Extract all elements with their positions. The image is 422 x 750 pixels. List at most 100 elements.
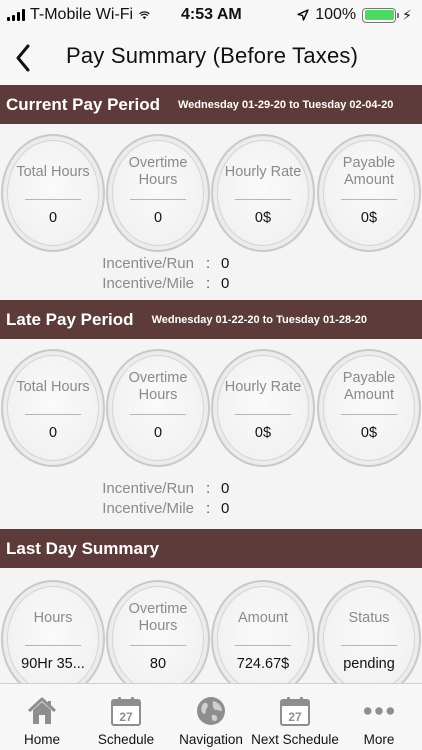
tab-home[interactable]: Home	[0, 684, 84, 750]
incentive-mile-value: 0	[221, 275, 230, 292]
late-period-stats: Total Hours 0 Overtime Hours 0 Hourly Ra…	[0, 349, 422, 467]
section-title: Current Pay Period	[6, 94, 160, 114]
page-title: Pay Summary (Before Taxes)	[66, 43, 359, 68]
back-button[interactable]	[8, 40, 38, 76]
overtime-hours-circle: Overtime Hours 0	[106, 134, 210, 252]
incentive-run-row: Incentive/Run : 0	[0, 480, 422, 500]
circle-label: Hourly Rate	[224, 378, 302, 395]
carrier-label: T-Mobile Wi-Fi	[30, 6, 134, 23]
nav-header: Pay Summary (Before Taxes)	[0, 30, 422, 86]
circle-value: 0$	[254, 210, 272, 226]
status-left: T-Mobile Wi-Fi	[0, 6, 150, 24]
tab-schedule[interactable]: 27 Schedule	[84, 684, 168, 750]
svg-text:27: 27	[288, 710, 302, 724]
colon: :	[206, 275, 211, 292]
signal-icon	[7, 9, 25, 21]
colon: :	[206, 255, 211, 272]
hourly-rate-circle: Hourly Rate 0$	[211, 349, 315, 467]
status-circle: Status pending	[317, 580, 421, 698]
incentive-run-value: 0	[221, 480, 230, 497]
circle-value: 0$	[360, 425, 378, 441]
circle-label: Payable Amount	[342, 370, 396, 403]
total-hours-circle: Total Hours 0	[1, 134, 105, 252]
chevron-left-icon	[16, 44, 30, 72]
tab-bar: Home 27 Schedule Navigation 27 Next Sche…	[0, 683, 422, 750]
status-right: 100% ⚡	[297, 6, 412, 24]
status-bar: T-Mobile Wi-Fi 4:53 AM 100% ⚡	[0, 0, 422, 30]
charging-bolt-icon: ⚡	[402, 6, 412, 23]
tab-label: Next Schedule	[251, 732, 339, 747]
tab-next-schedule[interactable]: 27 Next Schedule	[251, 684, 339, 750]
circle-value: 90Hr 35...	[21, 656, 85, 672]
colon: :	[206, 500, 211, 517]
home-icon	[26, 694, 58, 728]
divider	[235, 645, 291, 646]
incentive-run-value: 0	[221, 255, 230, 272]
tab-label: Home	[23, 732, 60, 747]
circle-value: 0$	[360, 210, 378, 226]
divider	[341, 199, 397, 200]
total-hours-circle: Total Hours 0	[1, 349, 105, 467]
section-dates: Wednesday 01-29-20 to Tuesday 02-04-20	[178, 98, 394, 111]
calendar-icon: 27	[110, 694, 142, 728]
overtime-hours-circle: Overtime Hours 80	[106, 580, 210, 698]
circle-label: Overtime Hours	[128, 370, 188, 403]
incentive-run-label: Incentive/Run	[102, 255, 194, 272]
tab-navigation[interactable]: Navigation	[169, 684, 253, 750]
divider	[25, 645, 81, 646]
divider	[235, 414, 291, 415]
circle-value: 0	[48, 210, 58, 226]
circle-label: Payable Amount	[342, 155, 396, 188]
payable-amount-circle: Payable Amount 0$	[317, 134, 421, 252]
circle-value: 0	[48, 425, 58, 441]
globe-icon	[195, 694, 227, 728]
circle-value: pending	[343, 656, 395, 672]
last-day-stats: Hours 90Hr 35... Overtime Hours 80 Amoun…	[0, 580, 422, 698]
incentive-mile-value: 0	[221, 500, 230, 517]
current-period-stats: Total Hours 0 Overtime Hours 0 Hourly Ra…	[0, 134, 422, 252]
circle-label: Hourly Rate	[224, 163, 302, 180]
colon: :	[206, 480, 211, 497]
circle-value: 0	[153, 210, 163, 226]
incentive-run-label: Incentive/Run	[102, 480, 194, 497]
circle-label: Status	[348, 609, 390, 626]
circle-value: 0	[153, 425, 163, 441]
battery-icon	[362, 7, 400, 23]
tab-label: Navigation	[179, 732, 243, 747]
hours-circle: Hours 90Hr 35...	[1, 580, 105, 698]
location-arrow-icon	[297, 9, 309, 21]
divider	[341, 414, 397, 415]
circle-value: 80	[149, 656, 167, 672]
incentive-run-row: Incentive/Run : 0	[0, 255, 422, 275]
circle-value: 0$	[254, 425, 272, 441]
divider	[25, 199, 81, 200]
more-dots-icon	[363, 694, 395, 728]
divider	[130, 645, 186, 646]
late-incentives: Incentive/Run : 0 Incentive/Mile : 0	[0, 480, 422, 520]
wifi-icon	[139, 10, 150, 19]
battery-percent: 100%	[315, 6, 357, 23]
circle-label: Overtime Hours	[128, 601, 188, 634]
circle-label: Hours	[33, 609, 73, 626]
divider	[130, 414, 186, 415]
overtime-hours-circle: Overtime Hours 0	[106, 349, 210, 467]
last-day-header: Last Day Summary	[0, 529, 422, 568]
incentive-mile-row: Incentive/Mile : 0	[0, 275, 422, 295]
tab-label: Schedule	[97, 732, 155, 747]
tab-more[interactable]: More	[337, 684, 421, 750]
payable-amount-circle: Payable Amount 0$	[317, 349, 421, 467]
incentive-mile-row: Incentive/Mile : 0	[0, 500, 422, 520]
divider	[341, 645, 397, 646]
incentive-mile-label: Incentive/Mile	[102, 275, 194, 292]
amount-circle: Amount 724.67$	[211, 580, 315, 698]
divider	[130, 199, 186, 200]
current-period-header: Current Pay Period Wednesday 01-29-20 to…	[0, 85, 422, 124]
section-title: Late Pay Period	[6, 309, 134, 329]
svg-text:27: 27	[119, 710, 133, 724]
circle-label: Overtime Hours	[128, 155, 188, 188]
section-dates: Wednesday 01-22-20 to Tuesday 01-28-20	[151, 313, 367, 326]
current-incentives: Incentive/Run : 0 Incentive/Mile : 0	[0, 255, 422, 295]
circle-label: Total Hours	[16, 163, 90, 180]
divider	[25, 414, 81, 415]
circle-value: 724.67$	[236, 656, 290, 672]
